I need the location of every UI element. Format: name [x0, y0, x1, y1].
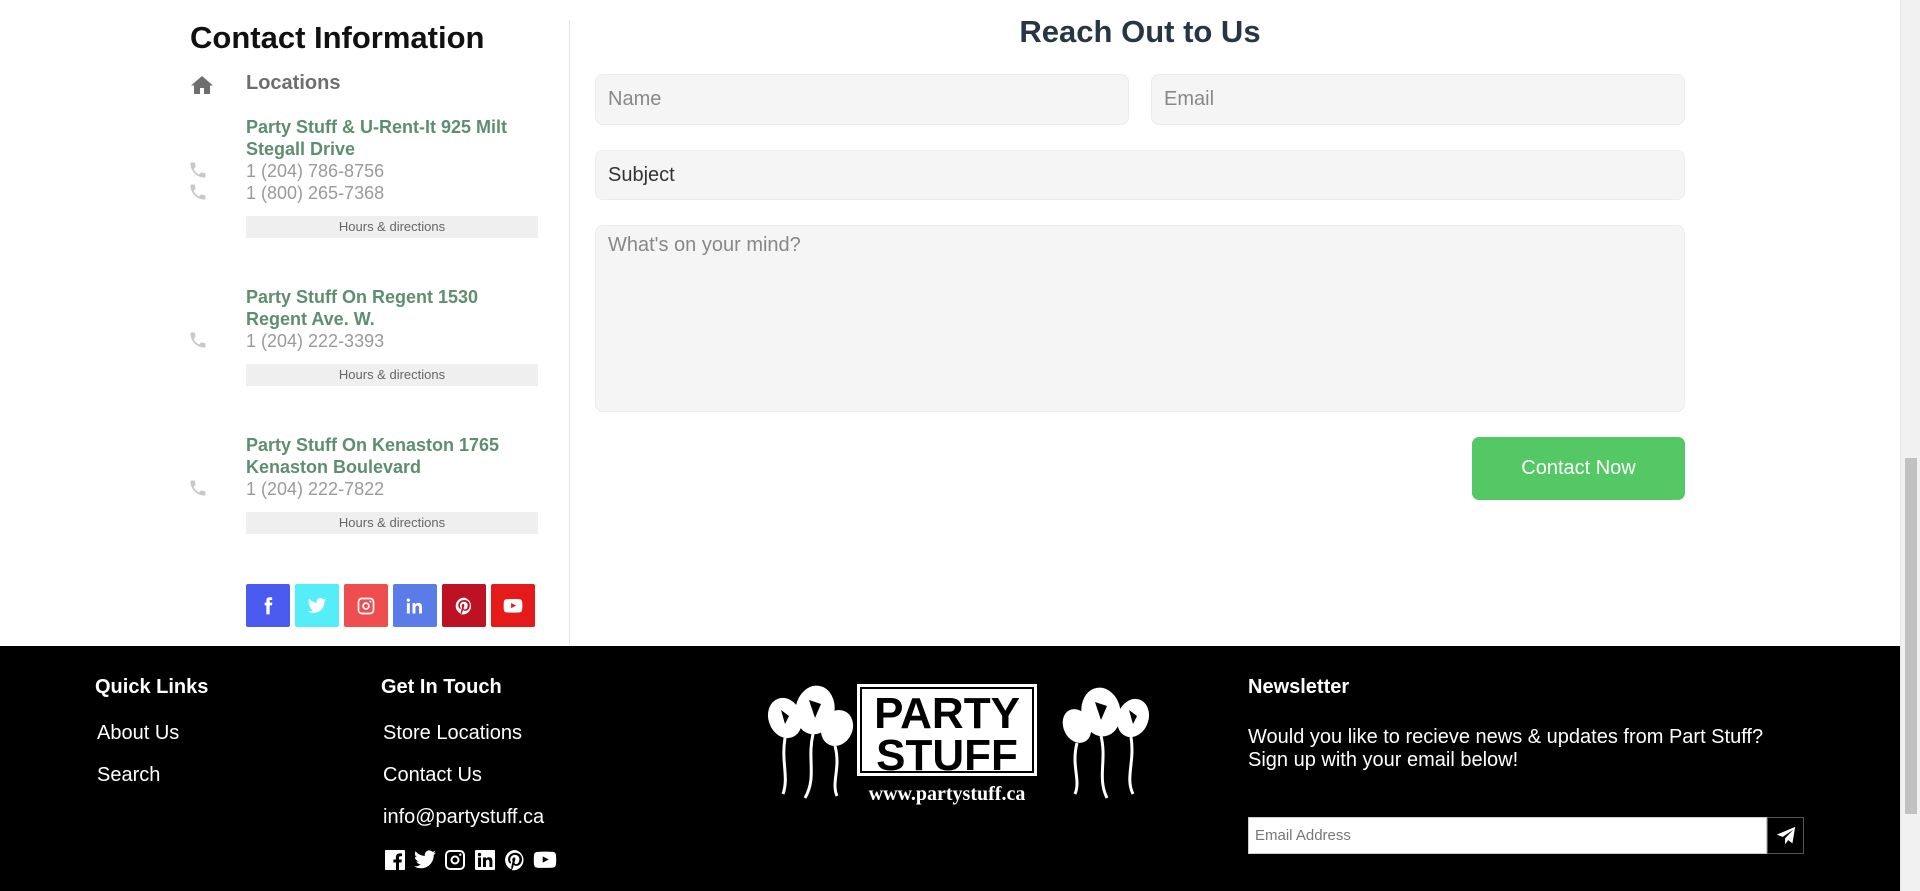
location-item: Party Stuff & U-Rent-It 925 Milt Stegall… — [190, 116, 538, 238]
instagram-button[interactable] — [344, 584, 388, 627]
logo-url: www.partystuff.ca — [869, 783, 1026, 805]
message-textarea[interactable] — [595, 225, 1685, 412]
location-item: Party Stuff On Kenaston 1765 Kenaston Bo… — [190, 434, 538, 534]
form-title: Reach Out to Us — [1019, 14, 1261, 49]
hours-directions-button[interactable]: Hours & directions — [246, 364, 538, 386]
pinterest-icon — [455, 597, 472, 615]
email-input[interactable] — [1151, 74, 1685, 125]
linkedin-icon[interactable] — [473, 848, 497, 872]
contact-information-section: Contact Information — [190, 20, 570, 56]
twitter-icon — [307, 597, 327, 613]
footer: Quick Links About Us Search Get In Touch… — [0, 646, 1900, 891]
pinterest-button[interactable] — [442, 584, 486, 627]
store-locations-link[interactable]: Store Locations — [383, 722, 522, 745]
location-phone[interactable]: 1 (800) 265-7368 — [246, 182, 538, 204]
home-icon — [190, 73, 214, 97]
name-input[interactable] — [595, 74, 1129, 125]
page: Contact Information Locations Party Stuf… — [0, 0, 1920, 891]
search-link[interactable]: Search — [97, 764, 160, 787]
location-item: Party Stuff On Regent 1530 Regent Ave. W… — [190, 286, 538, 386]
contact-title: Contact Information — [190, 20, 485, 55]
instagram-icon[interactable] — [443, 848, 467, 872]
twitter-icon[interactable] — [413, 848, 437, 872]
youtube-icon[interactable] — [533, 848, 557, 872]
newsletter-submit-button[interactable] — [1767, 817, 1804, 854]
location-name[interactable]: Party Stuff On Kenaston 1765 Kenaston Bo… — [246, 434, 538, 478]
page-scrollbar[interactable] — [1900, 0, 1920, 891]
linkedin-icon — [406, 598, 422, 613]
location-phone[interactable]: 1 (204) 222-3393 — [246, 330, 538, 352]
footer-social-icons — [383, 848, 557, 872]
scrollbar-thumb[interactable] — [1905, 458, 1917, 814]
social-buttons — [246, 584, 535, 627]
facebook-square-icon[interactable] — [383, 848, 407, 872]
newsletter-email-input[interactable] — [1248, 817, 1767, 854]
twitter-button[interactable] — [295, 584, 339, 627]
email-link[interactable]: info@partystuff.ca — [383, 806, 544, 829]
party-stuff-logo[interactable]: PARTY STUFF www.partystuff.ca — [745, 682, 1150, 807]
instagram-icon — [357, 597, 375, 614]
linkedin-button[interactable] — [393, 584, 437, 627]
locations-label: Locations — [246, 72, 341, 94]
pinterest-icon[interactable] — [503, 848, 527, 872]
hours-directions-button[interactable]: Hours & directions — [246, 512, 538, 534]
newsletter-title: Newsletter — [1248, 676, 1350, 698]
contact-us-link[interactable]: Contact Us — [383, 764, 482, 787]
column-divider — [569, 20, 570, 645]
location-name[interactable]: Party Stuff On Regent 1530 Regent Ave. W… — [246, 286, 538, 330]
about-us-link[interactable]: About Us — [97, 722, 179, 745]
facebook-icon — [264, 596, 273, 614]
get-in-touch-title: Get In Touch — [381, 676, 502, 698]
location-phone[interactable]: 1 (204) 222-7822 — [246, 478, 538, 500]
subject-input[interactable] — [595, 150, 1685, 200]
location-name[interactable]: Party Stuff & U-Rent-It 925 Milt Stegall… — [246, 116, 538, 160]
logo-line2: STUFF — [876, 731, 1018, 780]
phone-icon — [188, 182, 208, 202]
location-phone[interactable]: 1 (204) 786-8756 — [246, 160, 538, 182]
quick-links-title: Quick Links — [95, 676, 209, 698]
facebook-button[interactable] — [246, 584, 290, 627]
youtube-button[interactable] — [491, 584, 535, 627]
phone-icon — [188, 330, 208, 350]
paper-plane-icon — [1776, 826, 1795, 844]
phone-icon — [188, 160, 208, 180]
youtube-icon — [503, 598, 523, 613]
hours-directions-button[interactable]: Hours & directions — [246, 216, 538, 238]
contact-now-button[interactable]: Contact Now — [1472, 437, 1685, 500]
newsletter-text: Would you like to recieve news & updates… — [1248, 726, 1764, 771]
phone-icon — [188, 478, 208, 498]
locations-header: Locations — [190, 70, 340, 100]
